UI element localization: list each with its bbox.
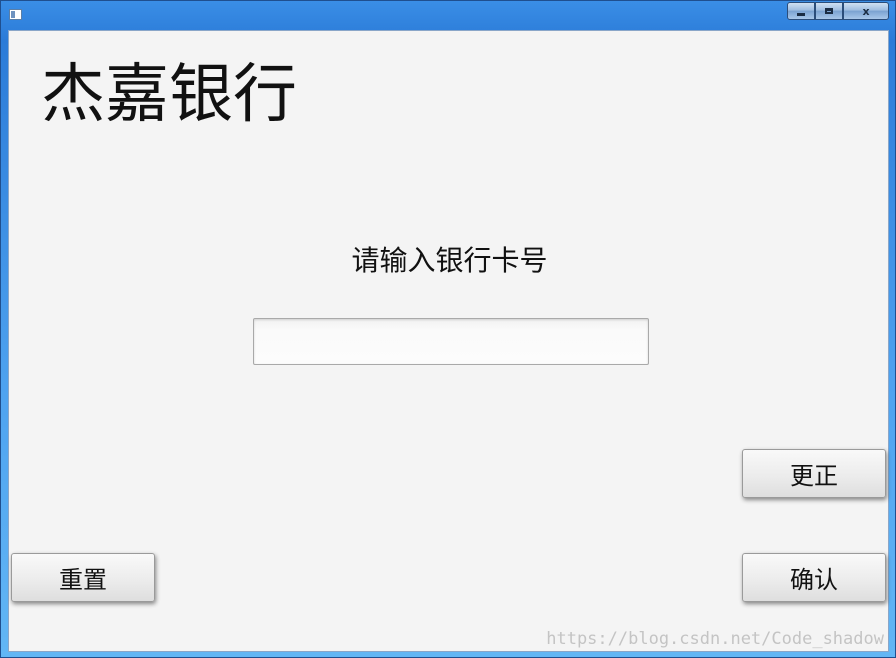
card-number-input[interactable] <box>253 318 649 365</box>
correct-button[interactable]: 更正 <box>742 449 886 498</box>
close-button[interactable]: x <box>843 2 889 20</box>
reset-button[interactable]: 重置 <box>11 553 155 602</box>
minimize-button[interactable] <box>787 2 815 20</box>
maximize-icon <box>825 8 833 14</box>
confirm-button[interactable]: 确认 <box>742 553 886 602</box>
maximize-button[interactable] <box>815 2 843 20</box>
card-number-prompt: 请输入银行卡号 <box>351 244 548 277</box>
watermark: https://blog.csdn.net/Code_shadow <box>546 629 884 649</box>
app-window: x 杰嘉银行 请输入银行卡号 更正 确认 重置 https://blog.csd… <box>0 0 896 658</box>
minimize-icon <box>797 12 805 16</box>
title-bar[interactable]: x <box>1 1 895 29</box>
window-controls: x <box>787 2 889 21</box>
client-area: 杰嘉银行 请输入银行卡号 更正 确认 重置 https://blog.csdn.… <box>8 30 889 652</box>
close-icon: x <box>862 4 870 18</box>
bank-title: 杰嘉银行 <box>41 58 297 132</box>
app-window-icon[interactable] <box>9 9 22 20</box>
